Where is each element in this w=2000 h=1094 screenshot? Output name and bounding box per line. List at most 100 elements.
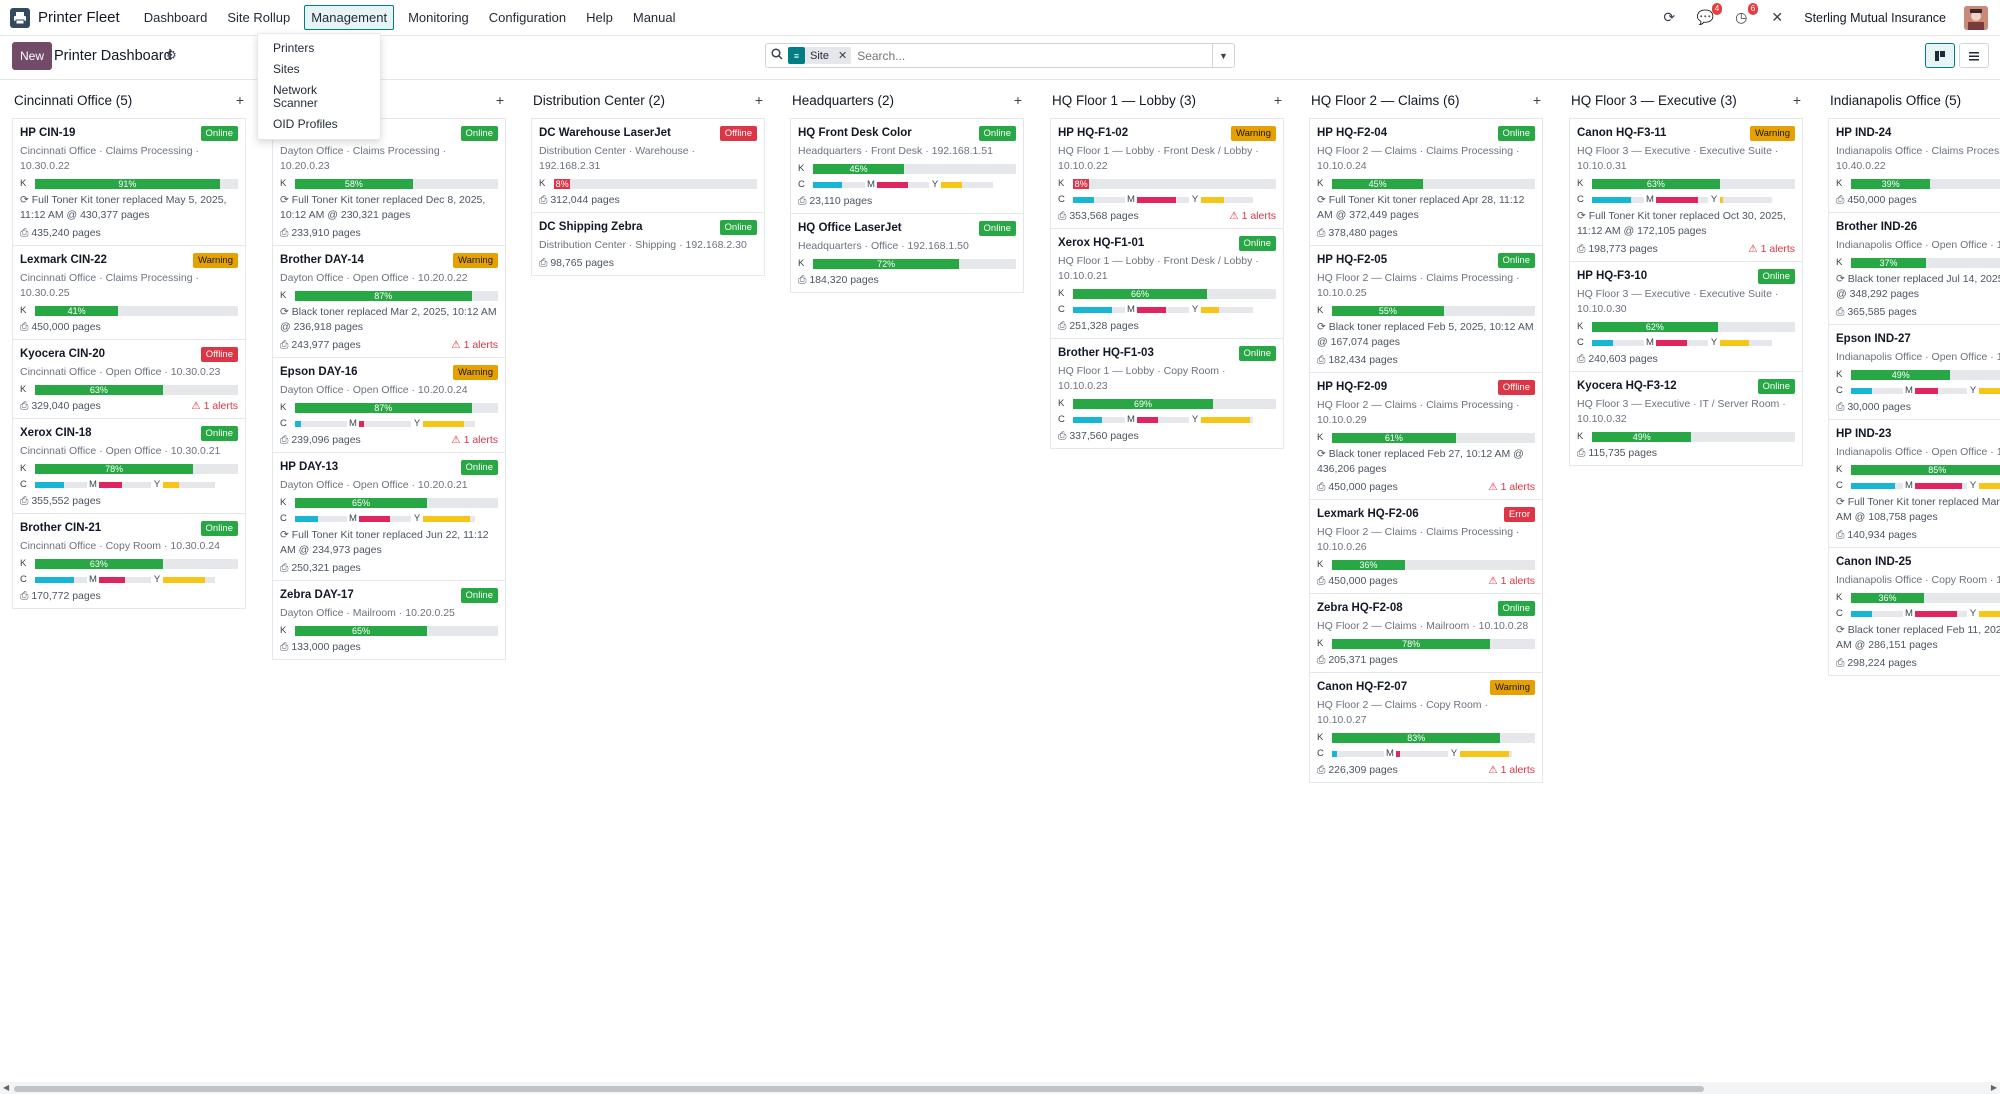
printer-card[interactable]: HP HQ-F1-02 Warning HQ Floor 1 — Lobby · F…: [1051, 119, 1283, 229]
alerts-indicator[interactable]: ⚠ 1 alerts: [1748, 243, 1795, 256]
menu-item-oid-profiles[interactable]: OID Profiles: [258, 114, 380, 135]
menu-item-sites[interactable]: Sites: [258, 59, 380, 80]
printer-card[interactable]: Epson IND-27Online Indianapolis Office · …: [1829, 325, 2000, 420]
printer-name[interactable]: Xerox CIN-18: [20, 427, 92, 439]
printer-card[interactable]: Canon IND-25Online Indianapolis Office · …: [1829, 548, 2000, 675]
search-input[interactable]: [857, 48, 1212, 63]
printer-name[interactable]: HP CIN-19: [20, 127, 75, 139]
alerts-indicator[interactable]: ⚠ 1 alerts: [451, 339, 498, 352]
printer-card[interactable]: Epson DAY-16 Warning Dayton Office · Open …: [273, 358, 505, 453]
nav-management[interactable]: Management: [304, 5, 395, 30]
printer-name[interactable]: Canon IND-25: [1836, 556, 1911, 568]
printer-name[interactable]: Canon HQ-F3-11: [1577, 127, 1666, 139]
printer-card[interactable]: DC Shipping Zebra Online Distribution Cent…: [532, 213, 764, 275]
printer-name[interactable]: Brother IND-26: [1836, 221, 1917, 233]
printer-card[interactable]: Xerox CIN-18 Online Cincinnati Office · Op…: [13, 419, 245, 514]
printer-name[interactable]: HQ Office LaserJet: [798, 222, 902, 234]
add-card-icon[interactable]: +: [1274, 92, 1282, 108]
printer-name[interactable]: HP IND-23: [1836, 428, 1891, 440]
add-card-icon[interactable]: +: [236, 92, 244, 108]
printer-card[interactable]: HQ Office LaserJet Online Headquarters · O…: [791, 214, 1023, 292]
printer-card[interactable]: Lexmark CIN-22 Warning Cincinnati Office ·…: [13, 246, 245, 340]
nav-monitoring[interactable]: Monitoring: [402, 6, 475, 29]
printer-card[interactable]: Brother DAY-14 Warning Dayton Office · Ope…: [273, 246, 505, 358]
nav-configuration[interactable]: Configuration: [483, 6, 572, 29]
nav-help[interactable]: Help: [580, 6, 619, 29]
printer-name[interactable]: Brother HQ-F1-03: [1058, 347, 1154, 359]
new-button[interactable]: New: [12, 42, 53, 70]
scroll-right-icon[interactable]: ▶: [1991, 1083, 1997, 1092]
scrollbar-thumb[interactable]: [14, 1086, 1704, 1092]
printer-name[interactable]: Xerox HQ-F1-01: [1058, 237, 1144, 249]
printer-name[interactable]: DC Shipping Zebra: [539, 221, 643, 233]
printer-name[interactable]: Kyocera CIN-20: [20, 348, 105, 360]
search-icon[interactable]: [766, 48, 788, 63]
printer-card[interactable]: HQ Front Desk Color Online Headquarters · …: [791, 119, 1023, 214]
alerts-indicator[interactable]: ⚠ 1 alerts: [1488, 764, 1535, 777]
add-card-icon[interactable]: +: [1793, 92, 1801, 108]
printer-card[interactable]: HP IND-23Online Indianapolis Office · Ope…: [1829, 420, 2000, 548]
printer-card[interactable]: Xerox HQ-F1-01 Online HQ Floor 1 — Lobby ·…: [1051, 229, 1283, 339]
printer-name[interactable]: Epson IND-27: [1836, 333, 1911, 345]
printer-card[interactable]: Zebra DAY-17 Online Dayton Office · Mailro…: [273, 581, 505, 659]
add-card-icon[interactable]: +: [755, 92, 763, 108]
printer-card[interactable]: Canon HQ-F2-07 Warning HQ Floor 2 — Claims…: [1310, 673, 1542, 782]
printer-card[interactable]: HP HQ-F2-09 Offline HQ Floor 2 — Claims · …: [1310, 373, 1542, 500]
menu-item-network-scanner[interactable]: Network Scanner: [258, 80, 380, 114]
printer-card[interactable]: HP HQ-F2-04 Online HQ Floor 2 — Claims · C…: [1310, 119, 1542, 246]
add-card-icon[interactable]: +: [1014, 92, 1022, 108]
printer-card[interactable]: Lexmark HQ-F2-06 Error HQ Floor 2 — Claims…: [1310, 500, 1542, 594]
printer-name[interactable]: HP HQ-F2-05: [1317, 254, 1387, 266]
printer-card[interactable]: Kyocera HQ-F3-12 Online HQ Floor 3 — Execu…: [1570, 372, 1802, 465]
printer-name[interactable]: HP HQ-F2-04: [1317, 127, 1387, 139]
printer-name[interactable]: Brother CIN-21: [20, 522, 101, 534]
alerts-indicator[interactable]: ⚠ 1 alerts: [1488, 481, 1535, 494]
search-options-toggle[interactable]: ▼: [1212, 44, 1234, 67]
alerts-indicator[interactable]: ⚠ 1 alerts: [1229, 210, 1276, 223]
brand[interactable]: Printer Fleet: [10, 7, 120, 28]
tools-icon[interactable]: ✕: [1768, 9, 1786, 26]
printer-card[interactable]: HP HQ-F3-10 Online HQ Floor 3 — Executive …: [1570, 262, 1802, 372]
printer-card[interactable]: Zebra HQ-F2-08 Online HQ Floor 2 — Claims …: [1310, 594, 1542, 673]
printer-card[interactable]: HP HQ-F2-05 Online HQ Floor 2 — Claims · C…: [1310, 246, 1542, 373]
printer-name[interactable]: DC Warehouse LaserJet: [539, 127, 671, 139]
horizontal-scrollbar[interactable]: ◀ ▶: [0, 1082, 2000, 1094]
printer-card[interactable]: Brother CIN-21 Online Cincinnati Office · …: [13, 514, 245, 608]
printer-name[interactable]: Epson DAY-16: [280, 366, 358, 378]
printer-name[interactable]: HQ Front Desk Color: [798, 127, 912, 139]
printer-name[interactable]: HP HQ-F2-09: [1317, 381, 1387, 393]
printer-card[interactable]: HP DAY-13 Online Dayton Office · Open Offi…: [273, 453, 505, 581]
refresh-icon[interactable]: ⟳: [1660, 9, 1678, 26]
printer-name[interactable]: HP IND-24: [1836, 127, 1891, 139]
kanban-view-button[interactable]: [1925, 43, 1955, 68]
add-card-icon[interactable]: +: [1533, 92, 1541, 108]
printer-card[interactable]: Brother HQ-F1-03 Online HQ Floor 1 — Lobby…: [1051, 339, 1283, 448]
scroll-left-icon[interactable]: ◀: [3, 1083, 9, 1092]
printer-name[interactable]: Lexmark HQ-F2-06: [1317, 508, 1419, 520]
add-card-icon[interactable]: +: [496, 92, 504, 108]
alerts-indicator[interactable]: ⚠ 1 alerts: [451, 434, 498, 447]
messages-icon[interactable]: 💬 4: [1696, 3, 1723, 26]
remove-facet-icon[interactable]: ✕: [834, 49, 851, 62]
printer-card[interactable]: Canon HQ-F3-11 Warning HQ Floor 3 — Execut…: [1570, 119, 1802, 262]
alerts-indicator[interactable]: ⚠ 1 alerts: [1488, 575, 1535, 588]
user-avatar[interactable]: [1964, 5, 1988, 30]
printer-name[interactable]: Lexmark CIN-22: [20, 254, 107, 266]
printer-name[interactable]: HP DAY-13: [280, 461, 338, 473]
printer-card[interactable]: DC Warehouse LaserJet Offline Distribution…: [532, 119, 764, 213]
list-view-button[interactable]: [1959, 43, 1989, 68]
nav-site-rollup[interactable]: Site Rollup: [221, 6, 296, 29]
company-name[interactable]: Sterling Mutual Insurance: [1804, 11, 1946, 25]
gear-icon[interactable]: ⚙: [166, 48, 177, 62]
printer-name[interactable]: HP HQ-F3-10: [1577, 270, 1647, 282]
menu-item-printers[interactable]: Printers: [258, 38, 380, 59]
printer-name[interactable]: Brother DAY-14: [280, 254, 364, 266]
printer-name[interactable]: Zebra HQ-F2-08: [1317, 602, 1403, 614]
alerts-indicator[interactable]: ⚠ 1 alerts: [191, 400, 238, 413]
printer-name[interactable]: Kyocera HQ-F3-12: [1577, 380, 1677, 392]
printer-card[interactable]: Brother IND-26Online Indianapolis Office …: [1829, 213, 2000, 325]
printer-name[interactable]: HP HQ-F1-02: [1058, 127, 1128, 139]
nav-manual[interactable]: Manual: [627, 6, 682, 29]
nav-dashboard[interactable]: Dashboard: [138, 6, 214, 29]
activity-icon[interactable]: ◷ 6: [1732, 3, 1759, 26]
